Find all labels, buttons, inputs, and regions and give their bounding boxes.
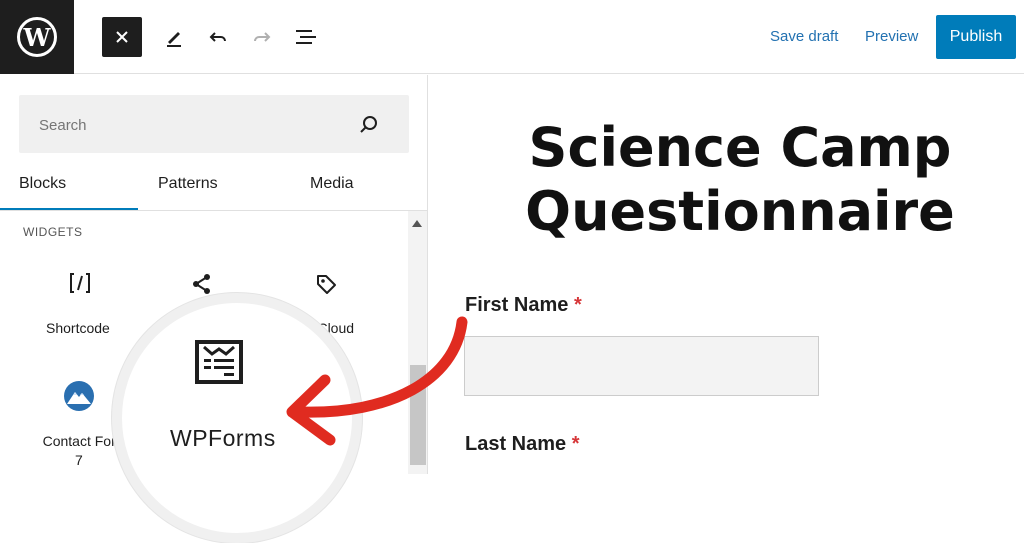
tabs-divider — [0, 210, 427, 211]
close-inserter-button[interactable] — [102, 17, 142, 57]
block-label-line2: 7 — [75, 452, 83, 468]
required-marker: * — [571, 433, 580, 455]
wpforms-icon[interactable] — [194, 337, 244, 387]
wordpress-logo-button[interactable]: W — [0, 0, 74, 74]
undo-button[interactable] — [198, 17, 238, 57]
scroll-up-arrow-icon[interactable] — [412, 220, 422, 227]
tab-media[interactable]: Media — [310, 175, 354, 193]
first-name-input[interactable] — [464, 336, 819, 396]
widgets-section-label: WIDGETS — [23, 225, 83, 239]
block-shortcode[interactable]: Shortcode — [30, 260, 130, 340]
editor-top-toolbar: W Save draft Preview Publish — [0, 0, 1024, 74]
tab-patterns[interactable]: Patterns — [158, 175, 218, 193]
pencil-icon — [167, 32, 181, 47]
undo-icon — [209, 32, 226, 42]
last-name-label: Last Name * — [465, 433, 580, 456]
document-overview-button[interactable] — [286, 17, 326, 57]
field-label-text: Last Name — [465, 433, 567, 455]
block-label: Shortcode — [46, 320, 110, 336]
list-view-icon — [296, 30, 316, 44]
search-input[interactable]: Search — [19, 95, 409, 153]
search-placeholder: Search — [39, 117, 87, 134]
first-name-label: First Name * — [465, 294, 582, 317]
shortcode-icon — [70, 273, 90, 293]
field-label-text: First Name — [465, 294, 569, 316]
close-icon — [116, 31, 128, 43]
wpforms-block-label[interactable]: WPForms — [170, 425, 276, 452]
save-draft-button[interactable]: Save draft — [770, 28, 838, 45]
wordpress-icon: W — [17, 17, 57, 57]
contact-form-7-icon — [64, 381, 94, 411]
annotation-arrow — [286, 316, 468, 446]
share-icon — [193, 274, 210, 294]
redo-button[interactable] — [242, 17, 282, 57]
publish-button[interactable]: Publish — [936, 15, 1016, 59]
preview-button[interactable]: Preview — [865, 28, 918, 45]
redo-icon — [254, 32, 271, 42]
tag-icon — [317, 275, 336, 294]
tools-button[interactable] — [154, 17, 194, 57]
page-title[interactable]: Science Camp Questionnaire — [440, 116, 1024, 244]
search-icon[interactable] — [359, 115, 379, 135]
tab-blocks[interactable]: Blocks — [19, 175, 66, 193]
required-marker: * — [573, 294, 582, 316]
